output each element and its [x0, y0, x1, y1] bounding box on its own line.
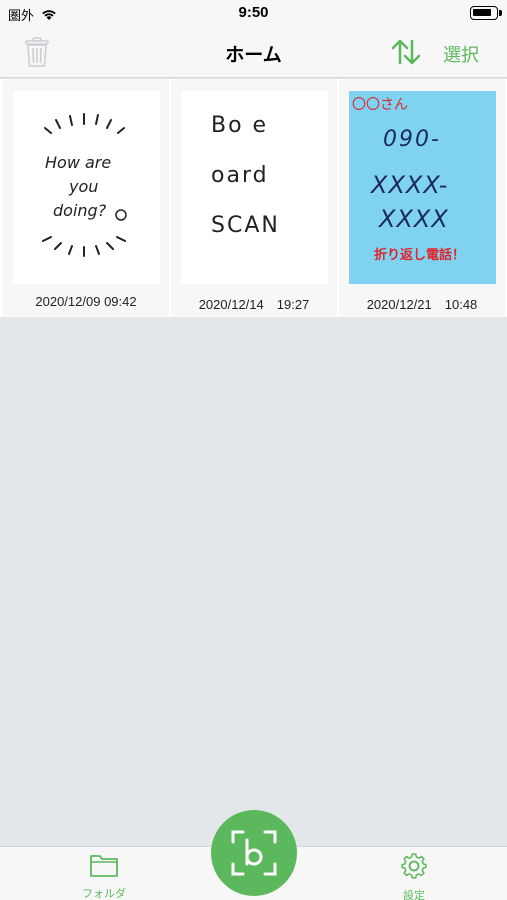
document-date: 2020/12/09 09:42: [35, 294, 137, 309]
page-title: ホーム: [225, 45, 282, 66]
note-line: XXXX: [379, 205, 449, 233]
document-card[interactable]: 〇〇さん 090- XXXX- XXXX 折り返し電話！ 2020/12/21 …: [339, 79, 505, 317]
note-line: SCAN: [211, 213, 280, 238]
note-line: you: [69, 177, 99, 196]
document-thumbnail: 〇〇さん 090- XXXX- XXXX 折り返し電話！: [349, 91, 496, 284]
document-date: 2020/12/21 10:48: [366, 297, 478, 312]
tab-folder-label: フォルダ: [82, 888, 126, 900]
folder-icon: [90, 855, 118, 877]
tab-folder[interactable]: フォルダ: [74, 852, 134, 900]
note-line: Bo e: [211, 113, 269, 138]
document-card[interactable]: Bo e oard SCAN 2020/12/14 19:27: [171, 79, 337, 317]
document-date: 2020/12/14 19:27: [198, 297, 310, 312]
gear-icon: [401, 853, 427, 879]
sort-icon[interactable]: [390, 36, 422, 68]
document-thumbnail: Bo e oard SCAN: [181, 91, 328, 284]
battery-icon: [470, 6, 502, 20]
navigation-bar: ホーム 選択: [0, 28, 507, 78]
document-grid: How are you doing? 2020/12/09 09:42 Bo e…: [0, 79, 507, 317]
status-time: 9:50: [238, 4, 269, 21]
battery-level: [473, 9, 491, 16]
note-line: oard: [211, 163, 269, 188]
note-line: 090-: [383, 127, 441, 152]
status-bar: 圏外 9:50: [0, 0, 507, 28]
scan-button[interactable]: [211, 810, 297, 896]
note-line: How are: [45, 153, 112, 172]
document-card[interactable]: How are you doing? 2020/12/09 09:42: [3, 79, 169, 317]
note-line: 〇〇さん: [352, 97, 408, 113]
tab-settings-label: 設定: [403, 890, 425, 900]
tab-settings[interactable]: 設定: [384, 852, 444, 900]
note-line: XXXX-: [371, 171, 449, 199]
scan-icon: [231, 830, 277, 876]
note-line: 折り返し電話！: [374, 248, 466, 263]
document-thumbnail: How are you doing?: [13, 91, 160, 284]
select-button[interactable]: 選択: [443, 41, 479, 67]
note-line: doing?: [53, 201, 107, 220]
